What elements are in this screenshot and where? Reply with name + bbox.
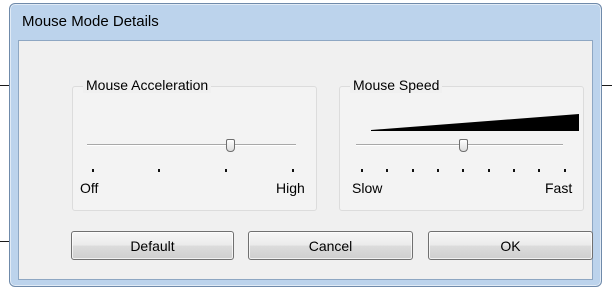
speed-tick <box>361 169 363 172</box>
speed-min-label: Slow <box>352 180 383 196</box>
cancel-button[interactable]: Cancel <box>248 231 413 260</box>
speed-wedge-icon <box>371 114 579 131</box>
acceleration-min-label: Off <box>80 180 99 196</box>
mouse-mode-details-dialog: Mouse Mode Details Mouse Acceleration Of… <box>9 3 602 287</box>
speed-tick <box>412 169 414 172</box>
acceleration-tick <box>158 169 160 172</box>
acceleration-max-label: High <box>276 180 305 196</box>
speed-tick <box>488 169 490 172</box>
acceleration-tick <box>225 169 227 172</box>
default-button[interactable]: Default <box>71 231 234 260</box>
speed-tick <box>538 169 540 172</box>
speed-tick <box>386 169 388 172</box>
speed-max-label: Fast <box>545 180 573 196</box>
speed-slider-thumb[interactable] <box>459 139 468 152</box>
acceleration-tick <box>92 169 94 172</box>
speed-tick <box>437 169 439 172</box>
mouse-speed-title: Mouse Speed <box>350 77 443 93</box>
speed-tick <box>564 169 566 172</box>
mouse-acceleration-title: Mouse Acceleration <box>83 77 212 93</box>
acceleration-slider-track[interactable] <box>87 144 296 146</box>
mouse-speed-group: Mouse Speed Slow Fast <box>339 77 584 211</box>
ok-button[interactable]: OK <box>428 231 593 260</box>
speed-tick <box>513 169 515 172</box>
acceleration-tick <box>292 169 294 172</box>
acceleration-slider-thumb[interactable] <box>226 139 235 152</box>
dialog-client-area: Mouse Acceleration Off High Mouse Speed <box>18 40 593 280</box>
window-title: Mouse Mode Details <box>22 13 159 30</box>
mouse-acceleration-group: Mouse Acceleration Off High <box>72 77 317 211</box>
speed-tick <box>462 169 464 172</box>
